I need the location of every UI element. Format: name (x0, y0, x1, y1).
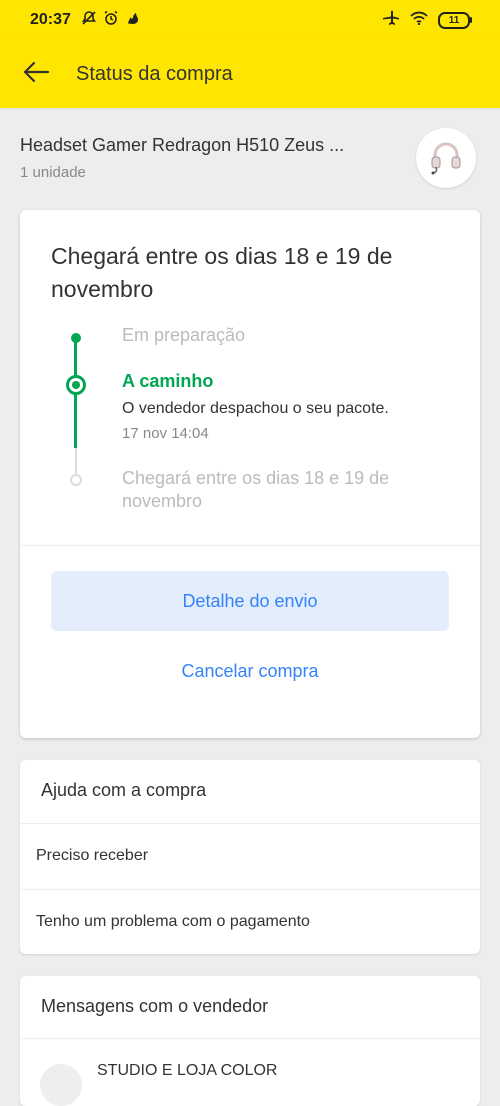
product-name: Headset Gamer Redragon H510 Zeus ... (20, 135, 345, 155)
timeline-dot-current (66, 375, 86, 395)
product-summary[interactable]: Headset Gamer Redragon H510 Zeus ... 1 u… (0, 108, 500, 203)
product-quantity: 1 unidade (20, 164, 86, 181)
airplane-mode-icon (382, 10, 400, 31)
help-section: Ajuda com a compra Preciso receber Tenho… (20, 760, 480, 954)
seller-name[interactable]: STUDIO E LOJA COLOR (97, 1062, 277, 1080)
cancel-purchase-button[interactable]: Cancelar compra (51, 645, 449, 697)
timeline-step-date: 17 nov 14:04 (122, 425, 209, 442)
back-button[interactable] (0, 40, 72, 108)
help-item-payment-problem[interactable]: Tenho um problema com o pagamento (20, 889, 480, 953)
alarm-icon (103, 10, 119, 30)
product-thumbnail (416, 128, 476, 188)
help-section-title: Ajuda com a compra (41, 780, 207, 800)
help-item-need-to-receive[interactable]: Preciso receber (20, 823, 480, 887)
seller-avatar (40, 1064, 82, 1106)
delivery-estimate-title: Chegará entre os dias 18 e 19 de novembr… (51, 243, 393, 302)
shipment-card: Chegará entre os dias 18 e 19 de novembr… (20, 210, 480, 738)
app-bar: Status da compra (0, 40, 500, 108)
card-divider (20, 545, 480, 546)
shipment-details-button[interactable]: Detalhe do envio (51, 571, 449, 631)
status-right-icons: 11 (382, 10, 472, 31)
messages-divider (20, 1038, 480, 1039)
messages-section-title: Mensagens com o vendedor (41, 996, 269, 1016)
timeline-step-arrival: Chegará entre os dias 18 e 19 de novembr… (122, 468, 390, 511)
timeline-dot-done (71, 333, 81, 343)
status-left-icons (81, 10, 141, 30)
status-time: 20:37 (30, 11, 71, 28)
shipment-timeline: Em preparação A caminho O vendedor despa… (20, 320, 480, 520)
page-title: Status da compra (76, 62, 233, 85)
headset-icon (426, 136, 466, 181)
app-notification-icon (125, 10, 141, 30)
arrow-left-icon (22, 60, 50, 89)
timeline-dot-pending (70, 474, 82, 486)
wifi-icon (410, 11, 428, 30)
notifications-off-icon (81, 10, 97, 30)
seller-messages-section: Mensagens com o vendedor STUDIO E LOJA C… (20, 976, 480, 1106)
timeline-step-on-the-way: A caminho (122, 371, 214, 391)
timeline-step-preparing: Em preparação (122, 325, 246, 345)
battery-indicator: 11 (438, 11, 472, 29)
timeline-step-description: O vendedor despachou o seu pacote. (122, 400, 389, 417)
status-bar: 20:37 11 (0, 0, 500, 40)
